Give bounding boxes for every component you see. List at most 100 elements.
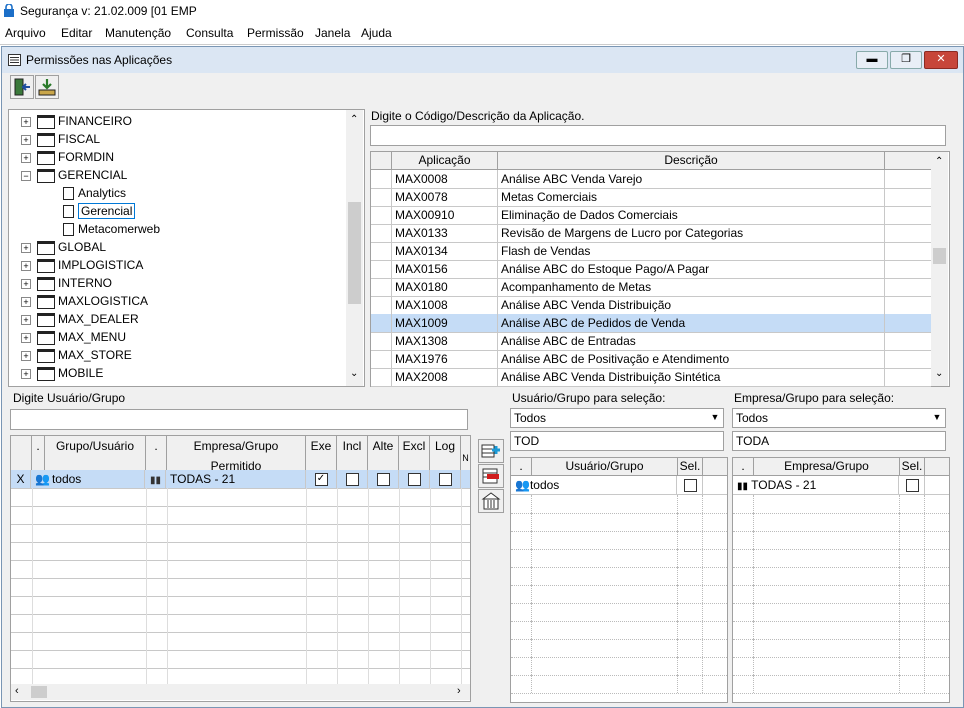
tree-item-formdin[interactable]: FORMDIN [37,148,114,166]
app-scroll-thumb[interactable] [933,248,946,264]
col-empresa-grupo[interactable]: Empresa/Grupo [754,458,900,475]
app-grid-row[interactable]: MAX1308 Análise ABC de Entradas [371,332,931,351]
add-permission-button[interactable] [478,439,504,463]
app-grid-row[interactable]: MAX00910 Eliminação de Dados Comerciais [371,206,931,225]
perm-row[interactable]: X 👥 todos ▮▮ TODAS - 21 ✓ [11,470,470,489]
company-filter-input[interactable]: TODA [732,431,946,451]
chevron-down-icon[interactable]: ▼ [707,409,723,426]
tree-item-gerencial[interactable]: GERENCIAL [37,166,127,184]
perm-hscrollbar[interactable]: ‹ › [11,684,470,700]
close-button[interactable]: ✕ [924,51,958,69]
exe-checkbox[interactable]: ✓ [314,473,328,487]
col-incl[interactable]: Incl [337,436,368,470]
permissions-grid[interactable]: . Grupo/Usuário . Empresa/Grupo Permitid… [10,435,471,702]
expand-icon[interactable]: + [21,243,31,253]
tree-item-financeiro[interactable]: FINANCEIRO [37,112,132,130]
menu-arquivo[interactable]: Arquivo [5,26,46,40]
menu-consulta[interactable]: Consulta [186,26,233,40]
user-select-grid[interactable]: . Usuário/Grupo Sel. 👥todos [510,457,728,703]
expand-icon[interactable]: + [21,117,31,127]
collapse-icon[interactable]: − [21,171,31,181]
col-aplicacao[interactable]: Aplicação [392,152,498,169]
tree-scrollbar[interactable]: ⌃ ⌄ [346,110,363,386]
expand-icon[interactable]: + [21,333,31,343]
permissions-company-button[interactable] [478,489,504,513]
expand-icon[interactable]: + [21,135,31,145]
scroll-down-icon[interactable]: ⌄ [350,368,358,379]
col-descricao[interactable]: Descrição [498,152,885,169]
scroll-up-icon[interactable]: ⌃ [935,156,943,167]
company-select-grid[interactable]: . Empresa/Grupo Sel. ▮▮ TODAS - 21 [732,457,950,703]
app-search-input[interactable] [370,125,946,146]
app-grid-scrollbar[interactable]: ⌃ ⌄ [931,152,948,386]
app-grid-row[interactable]: MAX0134 Flash de Vendas [371,242,931,261]
tree-item-global[interactable]: GLOBAL [37,238,106,256]
user-search-input[interactable] [10,409,468,430]
user-select-row[interactable]: 👥todos [511,476,727,495]
minimize-button[interactable]: ▬ [856,51,888,69]
tree-item-analytics[interactable]: Analytics [63,184,126,202]
scroll-left-icon[interactable]: ‹ [15,685,19,697]
app-grid-row[interactable]: MAX0078 Metas Comerciais [371,188,931,207]
menu-editar[interactable]: Editar [61,26,92,40]
scroll-up-icon[interactable]: ⌃ [350,114,358,125]
tree-item-implogistica[interactable]: IMPLOGISTICA [37,256,143,274]
col-usuario-grupo[interactable]: Usuário/Grupo [532,458,678,475]
col-log[interactable]: Log [430,436,461,470]
excl-checkbox[interactable] [407,473,421,487]
tree-item-mobile[interactable]: MOBILE [37,364,103,382]
company-select-row[interactable]: ▮▮ TODAS - 21 [733,476,949,495]
application-grid[interactable]: Aplicação Descrição MAX0008 Análise ABC V… [370,151,950,387]
user-select-combo[interactable]: Todos ▼ [510,408,724,428]
user-sel-checkbox[interactable] [683,479,697,493]
scroll-right-icon[interactable]: › [457,685,461,697]
tree-item-gerencial[interactable]: Gerencial [63,202,136,220]
app-grid-row[interactable]: MAX0156 Análise ABC do Estoque Pago/A Pag… [371,260,931,279]
tree-item-metacomerweb[interactable]: Metacomerweb [63,220,160,238]
app-grid-row[interactable]: MAX0133 Revisão de Margens de Lucro por C… [371,224,931,243]
menu-janela[interactable]: Janela [315,26,350,40]
company-select-combo[interactable]: Todos ▼ [732,408,946,428]
app-grid-row[interactable]: MAX0180 Acompanhamento de Metas [371,278,931,297]
tree-scroll-thumb[interactable] [348,202,361,304]
incl-checkbox[interactable] [345,473,359,487]
expand-icon[interactable]: + [21,315,31,325]
expand-icon[interactable]: + [21,279,31,289]
app-grid-row[interactable]: MAX0008 Análise ABC Venda Varejo [371,170,931,189]
restore-button[interactable]: ❐ [890,51,922,69]
tree-item-fiscal[interactable]: FISCAL [37,130,100,148]
tree-item-max_store[interactable]: MAX_STORE [37,346,132,364]
expand-icon[interactable]: + [21,369,31,379]
tree-item-max_menu[interactable]: MAX_MENU [37,328,126,346]
app-grid-row[interactable]: MAX1009 Análise ABC de Pedidos de Venda [371,314,931,333]
chevron-down-icon[interactable]: ▼ [929,409,945,426]
user-filter-input[interactable]: TOD [510,431,724,451]
col-exe[interactable]: Exe [306,436,337,470]
save-button[interactable] [35,75,59,99]
alte-checkbox[interactable] [376,473,390,487]
exit-button[interactable] [10,75,34,99]
col-sel[interactable]: Sel. [678,458,703,475]
application-tree[interactable]: + FINANCEIRO + FISCAL + FORMDIN − GERENCIAL Anal… [8,109,365,387]
col-sel[interactable]: Sel. [900,458,925,475]
col-grupo-usuario[interactable]: Grupo/Usuário [45,436,146,470]
menu-permissao[interactable]: Permissão [247,26,304,40]
col-excl[interactable]: Excl [399,436,430,470]
tree-item-max_dealer[interactable]: MAX_DEALER [37,310,139,328]
app-grid-row[interactable]: MAX1976 Análise ABC de Positivação e Aten… [371,350,931,369]
col-alte[interactable]: Alte [368,436,399,470]
company-sel-checkbox[interactable] [905,479,919,493]
scroll-down-icon[interactable]: ⌄ [935,368,943,379]
remove-permission-button[interactable] [478,464,504,488]
menu-manutencao[interactable]: Manutenção [105,26,171,40]
app-grid-row[interactable]: MAX2008 Análise ABC Venda Distribuição Si… [371,368,931,387]
app-grid-row[interactable]: MAX1008 Análise ABC Venda Distribuição [371,296,931,315]
col-empresa-grupo[interactable]: Empresa/Grupo Permitido [167,436,306,473]
perm-hscroll-thumb[interactable] [31,686,47,698]
tree-item-maxlogistica[interactable]: MAXLOGISTICA [37,292,148,310]
menu-ajuda[interactable]: Ajuda [361,26,392,40]
expand-icon[interactable]: + [21,153,31,163]
tree-item-interno[interactable]: INTERNO [37,274,112,292]
expand-icon[interactable]: + [21,297,31,307]
log-checkbox[interactable] [438,473,452,487]
